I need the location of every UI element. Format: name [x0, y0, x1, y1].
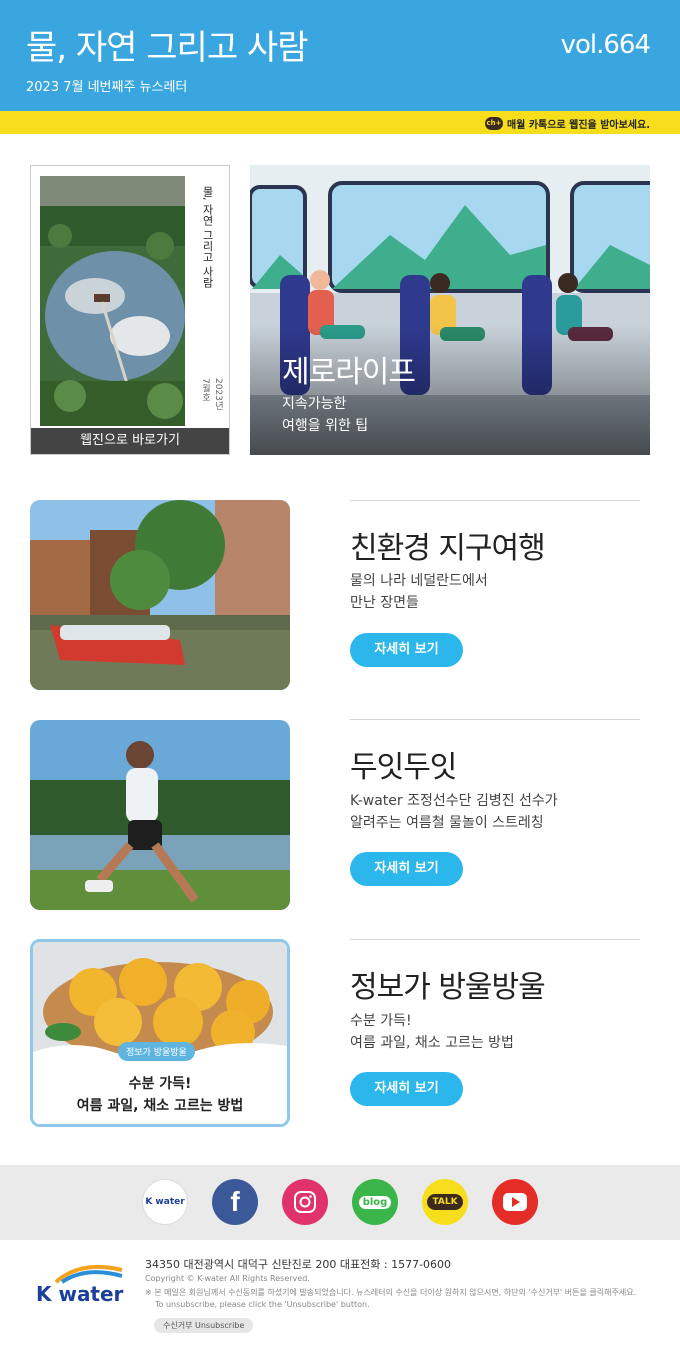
doit-doit-more-button[interactable]: 자세히 보기: [350, 852, 463, 886]
blog-icon-label: blog: [358, 1195, 392, 1209]
zero-life-title: 제로라이프: [282, 355, 416, 390]
info-bubble-desc-line1: 수분 가득!: [350, 1013, 412, 1029]
webzine-cover[interactable]: 물, 자연 그리고 사람 2023년 7월호 웹진으로 바로가기: [30, 165, 230, 455]
eco-travel-title[interactable]: 친환경 지구여행: [350, 523, 546, 567]
doit-doit-description: K-water 조정선수단 김병진 선수가 알려주는 여름철 물놀이 스트레칭: [350, 790, 558, 834]
info-bubble-thumb-line2: 여름 과일, 채소 고르는 방법: [76, 1098, 244, 1114]
eco-travel-description: 물의 나라 네덜란드에서 만난 장면들: [350, 570, 488, 614]
info-bubble-thumbnail[interactable]: 정보가 방울방울 수분 가득! 여름 과일, 채소 고르는 방법: [30, 939, 290, 1127]
doit-doit-desc-line1: K-water 조정선수단 김병진 선수가: [350, 793, 558, 809]
article-divider: [350, 719, 640, 720]
info-bubble-description: 수분 가득! 여름 과일, 채소 고르는 방법: [350, 1010, 514, 1054]
kwater-logo: K water: [36, 1262, 126, 1312]
eco-travel-more-button[interactable]: 자세히 보기: [350, 633, 463, 667]
kakao-channel-icon: ch+: [484, 117, 503, 130]
info-bubble-more-button[interactable]: 자세히 보기: [350, 1072, 463, 1106]
info-bubble-thumb-line1: 수분 가득!: [128, 1076, 192, 1092]
zero-life-subtitle-line2: 여행을 위한 팁: [282, 418, 369, 434]
zero-life-subtitle: 지속가능한 여행을 위한 팁: [282, 393, 368, 437]
unsubscribe-button[interactable]: 수신거부 Unsubscribe: [154, 1318, 254, 1333]
kakaotalk-icon-label: TALK: [427, 1194, 463, 1210]
cover-spine-date: 2023년 7월호: [200, 378, 223, 410]
article-divider: [350, 500, 640, 501]
cover-spine: 물, 자연 그리고 사람 2023년 7월호: [193, 178, 223, 418]
instagram-icon[interactable]: [282, 1179, 328, 1225]
kakaotalk-icon[interactable]: TALK: [422, 1179, 468, 1225]
kwater-icon-label: K water: [145, 1197, 185, 1207]
newsletter-issue-date: 2023 7월 네번째주 뉴스레터: [26, 80, 188, 95]
blog-icon[interactable]: blog: [352, 1179, 398, 1225]
volume-number: vol.664: [560, 30, 651, 60]
article-divider: [350, 939, 640, 940]
kakao-subscribe-bar[interactable]: ch+ 매월 카톡으로 웹진을 받아보세요.: [0, 111, 680, 134]
eco-travel-thumbnail[interactable]: [30, 500, 290, 690]
webzine-link-button[interactable]: 웹진으로 바로가기: [31, 428, 229, 454]
footer-copyright: Copyright © K-water All Rights Reserved.: [145, 1274, 310, 1283]
youtube-icon[interactable]: [492, 1179, 538, 1225]
footer-address: 34350 대전광역시 대덕구 신탄진로 200 대표전화 : 1577-060…: [145, 1258, 452, 1271]
kakao-subscribe-link[interactable]: ch+ 매월 카톡으로 웹진을 받아보세요.: [484, 116, 650, 131]
info-bubble-title[interactable]: 정보가 방울방울: [350, 962, 546, 1006]
cover-spine-title: 물, 자연 그리고 사람: [201, 186, 214, 288]
footer: K water 34350 대전광역시 대덕구 신탄진로 200 대표전화 : …: [0, 1240, 680, 1345]
kwater-logo-text: K water: [36, 1282, 124, 1306]
info-bubble-desc-line2: 여름 과일, 채소 고르는 방법: [350, 1035, 514, 1051]
eco-travel-desc-line2: 만난 장면들: [350, 595, 419, 611]
eco-travel-desc-line1: 물의 나라 네덜란드에서: [350, 573, 488, 589]
newsletter-title: 물, 자연 그리고 사람: [26, 28, 308, 68]
doit-doit-title[interactable]: 두잇두잇: [350, 742, 457, 786]
doit-doit-desc-line2: 알려주는 여름철 물놀이 스트레칭: [350, 815, 544, 831]
footer-notice-en: To unsubscribe, please click the 'Unsubs…: [155, 1300, 370, 1309]
newsletter-header: 물, 자연 그리고 사람 2023 7월 네번째주 뉴스레터 vol.664: [0, 0, 680, 111]
cover-photo: [40, 176, 185, 426]
info-bubble-badge: 정보가 방울방울: [118, 1042, 195, 1061]
kwater-home-icon[interactable]: K water: [142, 1179, 188, 1225]
footer-notice: ※ 본 메일은 회원님께서 수신동의를 하셨기에 발송되었습니다. 뉴스레터의 …: [145, 1288, 637, 1297]
facebook-icon[interactable]: f: [212, 1179, 258, 1225]
doit-doit-thumbnail[interactable]: [30, 720, 290, 910]
zero-life-banner[interactable]: 제로라이프 지속가능한 여행을 위한 팁: [250, 165, 650, 455]
kakao-subscribe-text: 매월 카톡으로 웹진을 받아보세요.: [506, 120, 650, 131]
social-links-bar: K water f blog TALK: [0, 1165, 680, 1240]
zero-life-subtitle-line1: 지속가능한: [282, 396, 347, 412]
